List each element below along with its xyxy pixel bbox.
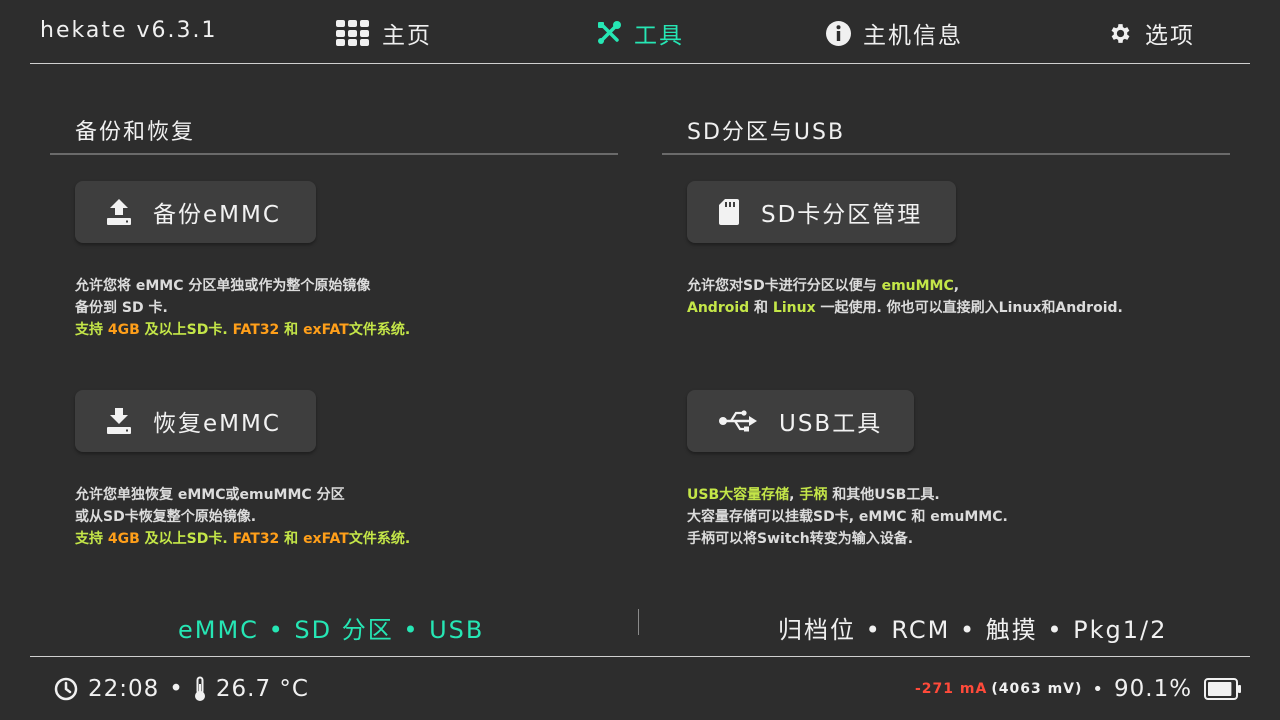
text-segment: 一起使用. 你也可以直接刷入Linux和Android.: [815, 300, 1123, 316]
text-segment: USB大容量存储: [687, 487, 790, 503]
backup-desc-line1: 允许您将 eMMC 分区单独或作为整个原始镜像: [75, 278, 371, 294]
tab-options[interactable]: 选项: [1108, 16, 1195, 50]
usb-desc-line3: 手柄可以将Switch转变为输入设备.: [687, 531, 914, 547]
text-segment: 支持: [75, 322, 108, 338]
tab-options-label: 选项: [1145, 23, 1195, 49]
text-segment: 4GB: [107, 322, 140, 338]
text-segment: ,: [953, 278, 960, 294]
text-segment: FAT32: [232, 531, 280, 547]
restore-description: 允许您单独恢复 eMMC或emuMMC 分区 或从SD卡恢复整个原始镜像. 支持…: [75, 484, 615, 550]
battery-separator: •: [1092, 678, 1105, 700]
bottom-divider: [30, 656, 1250, 657]
text-segment: exFAT: [303, 531, 349, 547]
tab-home-label: 主页: [382, 23, 432, 49]
tab-system-info[interactable]: 主机信息: [826, 16, 963, 50]
top-divider: [30, 63, 1250, 64]
battery-percent: 90.1%: [1114, 676, 1193, 702]
tab-tools[interactable]: 工具: [596, 16, 684, 50]
sd-section-divider: [662, 153, 1230, 155]
grid-icon: [336, 20, 370, 46]
backup-emmc-button[interactable]: 备份eMMC: [75, 181, 316, 243]
restore-desc-line2: 或从SD卡恢复整个原始镜像.: [75, 509, 257, 525]
status-left: 22:08 • 26.7 °C: [54, 674, 309, 704]
status-separator: •: [169, 676, 184, 702]
sd-partition-button[interactable]: SD卡分区管理: [687, 181, 956, 243]
backup-emmc-label: 备份eMMC: [153, 202, 281, 228]
usb-icon: [719, 410, 757, 432]
thermometer-icon: [194, 676, 206, 702]
status-right: -271 mA (4063 mV) • 90.1%: [915, 674, 1242, 704]
text-segment: Android: [687, 300, 750, 316]
app-title: hekate v6.3.1: [40, 18, 218, 43]
text-segment: 和: [749, 300, 773, 316]
usb-tools-button[interactable]: USB工具: [687, 390, 914, 452]
text-segment: Linux: [772, 300, 816, 316]
text-segment: 及以上SD卡.: [139, 322, 233, 338]
usb-desc-line2: 大容量存储可以挂载SD卡, eMMC 和 emuMMC.: [687, 509, 1008, 525]
text-segment: emuMMC: [881, 278, 954, 294]
tab-home[interactable]: 主页: [336, 16, 432, 50]
sd-section-title: SD分区与USB: [687, 120, 846, 145]
text-segment: 文件系统.: [348, 531, 411, 547]
backup-description: 允许您将 eMMC 分区单独或作为整个原始镜像 备份到 SD 卡. 支持 4GB…: [75, 275, 615, 341]
battery-icon: [1204, 678, 1242, 700]
backup-desc-line3: 支持 4GB 及以上SD卡. FAT32 和 exFAT文件系统.: [75, 319, 615, 341]
download-icon: [107, 408, 131, 434]
footer-shortcuts-right: 归档位 • RCM • 触摸 • Pkg1/2: [778, 616, 1168, 644]
text-segment: 4GB: [107, 531, 140, 547]
battery-voltage: (4063 mV): [991, 681, 1083, 697]
text-segment: ,: [789, 487, 800, 503]
sd-card-icon: [719, 199, 739, 225]
text-segment: 手柄: [799, 487, 828, 503]
footer-shortcuts-left: eMMC • SD 分区 • USB: [178, 616, 485, 644]
info-icon: [826, 20, 851, 46]
text-segment: 支持: [75, 531, 108, 547]
partition-desc-line1: 允许您对SD卡进行分区以便与 emuMMC,: [687, 275, 1247, 297]
tab-system-info-label: 主机信息: [863, 23, 963, 49]
text-segment: 和其他USB工具.: [827, 487, 940, 503]
status-temperature: 26.7 °C: [215, 676, 309, 702]
usb-tools-description: USB大容量存储, 手柄 和其他USB工具. 大容量存储可以挂载SD卡, eMM…: [687, 484, 1247, 550]
text-segment: FAT32: [232, 322, 280, 338]
footer-separator: [638, 609, 639, 635]
backup-desc-line2: 备份到 SD 卡.: [75, 300, 168, 316]
text-segment: 文件系统.: [348, 322, 411, 338]
sd-partition-label: SD卡分区管理: [761, 202, 923, 228]
clock-icon: [54, 677, 78, 701]
gear-icon: [1108, 21, 1133, 46]
restore-emmc-button[interactable]: 恢复eMMC: [75, 390, 316, 452]
text-segment: 和: [279, 531, 304, 547]
usb-tools-label: USB工具: [779, 411, 883, 437]
usb-desc-line1: USB大容量存储, 手柄 和其他USB工具.: [687, 484, 1247, 506]
backup-section-title: 备份和恢复: [75, 120, 196, 145]
backup-section-divider: [50, 153, 618, 155]
partition-desc-line2: Android 和 Linux 一起使用. 你也可以直接刷入Linux和Andr…: [687, 297, 1247, 319]
tools-icon: [596, 20, 622, 46]
text-segment: exFAT: [303, 322, 349, 338]
text-segment: 允许您对SD卡进行分区以便与: [687, 278, 882, 294]
battery-current: -271 mA: [915, 681, 988, 697]
text-segment: 及以上SD卡.: [139, 531, 233, 547]
restore-desc-line3: 支持 4GB 及以上SD卡. FAT32 和 exFAT文件系统.: [75, 528, 615, 550]
sd-partition-description: 允许您对SD卡进行分区以便与 emuMMC, Android 和 Linux 一…: [687, 275, 1247, 319]
upload-icon: [107, 199, 131, 225]
restore-desc-line1: 允许您单独恢复 eMMC或emuMMC 分区: [75, 487, 345, 503]
text-segment: 和: [279, 322, 304, 338]
restore-emmc-label: 恢复eMMC: [153, 411, 281, 437]
tab-tools-label: 工具: [634, 23, 684, 49]
status-time: 22:08: [88, 676, 160, 702]
